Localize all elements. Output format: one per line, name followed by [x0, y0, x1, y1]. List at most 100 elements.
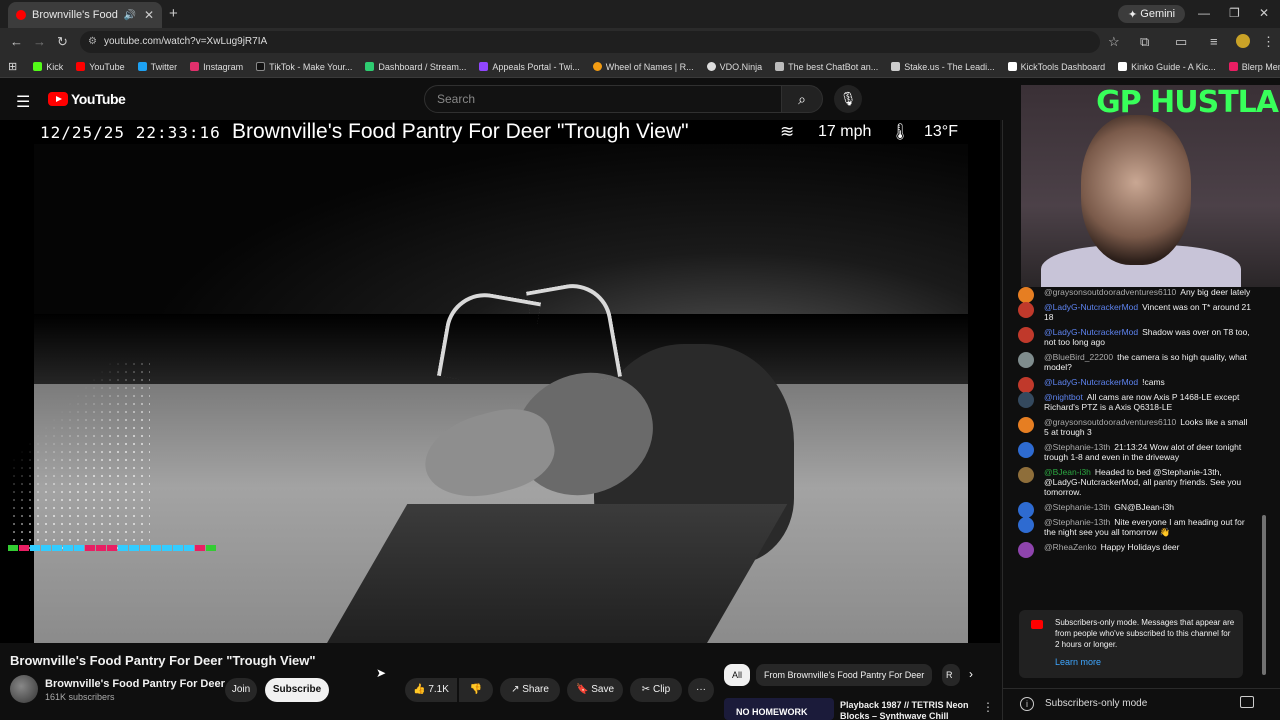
bookmark-item[interactable]: Dashboard / Stream... — [365, 62, 466, 72]
chat-avatar[interactable] — [1018, 327, 1034, 343]
chat-author[interactable]: @nightbot — [1044, 392, 1083, 402]
restore-icon[interactable]: ❐ — [1229, 6, 1240, 20]
chat-avatar[interactable] — [1018, 352, 1034, 368]
channel-name[interactable]: Brownville's Food Pantry For Deer — [45, 678, 225, 690]
bookmark-item[interactable]: Kick — [33, 62, 63, 72]
twitter-icon — [137, 62, 147, 71]
chat-avatar[interactable] — [1018, 467, 1034, 483]
chat-avatar[interactable] — [1018, 287, 1034, 303]
chat-author[interactable]: @graysonsoutdooradventures6110 — [1044, 287, 1176, 297]
dislike-button[interactable]: 👎 — [459, 678, 493, 702]
chat-avatar[interactable] — [1018, 392, 1034, 408]
chip-all[interactable]: All — [724, 664, 751, 686]
recommendation-title[interactable]: Playback 1987 // TETRIS Neon Blocks – Sy… — [840, 700, 970, 720]
forward-arrow-icon[interactable]: → — [33, 34, 46, 49]
reload-icon[interactable]: ↻ — [57, 34, 68, 50]
new-tab-button[interactable]: + — [169, 5, 178, 22]
chat-message: @Stephanie-13th Nite everyone I am headin… — [1016, 517, 1252, 537]
bookmark-item[interactable]: Kinko Guide - A Kic... — [1118, 62, 1216, 72]
more-vert-icon[interactable]: ⋮ — [982, 700, 994, 714]
gemini-button[interactable]: ✦ Gemini — [1118, 5, 1186, 23]
chat-avatar[interactable] — [1018, 302, 1034, 318]
learn-more-link[interactable]: Learn more — [1055, 657, 1101, 667]
chat-author[interactable]: @Stephanie-13th — [1044, 517, 1110, 527]
chat-author[interactable]: @LadyG-NutcrackerMod — [1044, 302, 1138, 312]
channel-avatar[interactable] — [10, 675, 38, 703]
video-player[interactable]: 12/25/25 22:33:16 Brownville's Food Pant… — [0, 120, 1000, 643]
bookmark-item[interactable]: YouTube — [76, 62, 125, 72]
share-button[interactable]: ↗ Share — [500, 678, 560, 702]
extensions-icon[interactable]: ⧉ — [1140, 34, 1149, 50]
bookmark-item[interactable]: The best ChatBot an... — [775, 62, 878, 72]
youtube-logo[interactable]: YouTube — [48, 91, 126, 107]
more-actions-button[interactable]: ··· — [688, 678, 714, 702]
minimize-icon[interactable]: — — [1198, 6, 1210, 20]
bookmark-item[interactable]: Twitter — [137, 62, 177, 72]
search-input[interactable]: Search — [424, 85, 782, 113]
chevron-right-icon[interactable]: › — [969, 667, 973, 681]
chat-avatar[interactable] — [1018, 417, 1034, 433]
bookmark-star-icon[interactable]: ☆ — [1108, 34, 1120, 50]
chat-avatar[interactable] — [1018, 442, 1034, 458]
browser-tab[interactable]: Brownville's Food Pantry Fo 🔊 ✕ — [8, 2, 162, 28]
chat-avatar[interactable] — [1018, 517, 1034, 533]
chat-author[interactable]: @BJean-i3h — [1044, 467, 1091, 477]
cast-icon[interactable]: ▭ — [1175, 34, 1187, 50]
save-button[interactable]: 🔖 Save — [567, 678, 623, 702]
menu-hamburger-icon[interactable]: ☰ — [16, 92, 30, 112]
voice-search-button[interactable]: 🎙 — [834, 85, 862, 113]
close-icon[interactable]: ✕ — [144, 8, 154, 22]
apps-grid-icon[interactable]: ⊞ — [8, 60, 17, 73]
chip-more[interactable]: R — [942, 664, 960, 686]
subscriber-count: 161K subscribers — [45, 692, 115, 702]
browser-menu-icon[interactable]: ⋮ — [1262, 34, 1275, 50]
chat-avatar[interactable] — [1018, 502, 1034, 518]
chat-scrollbar[interactable] — [1262, 515, 1266, 675]
search-button[interactable]: ⌕ — [781, 85, 823, 113]
chat-author[interactable]: @Stephanie-13th — [1044, 502, 1110, 512]
scissors-icon: ✂ — [641, 684, 651, 695]
recommendation-thumbnail[interactable]: NO HOMEWORK — [724, 698, 834, 720]
chat-author[interactable]: @Stephanie-13th — [1044, 442, 1110, 452]
bookmark-item[interactable]: KickTools Dashboard — [1007, 62, 1105, 72]
chat-avatar[interactable] — [1018, 542, 1034, 558]
chat-message: @Stephanie-13th GN@BJean-i3h — [1016, 502, 1252, 518]
chat-avatar[interactable] — [1018, 377, 1034, 393]
url-field[interactable]: ⚙ youtube.com/watch?v=XwLug9jR7IA — [80, 31, 1100, 53]
back-arrow-icon[interactable]: ← — [10, 34, 23, 49]
join-button[interactable]: Join — [225, 678, 257, 702]
chat-author[interactable]: @RheaZenko — [1044, 542, 1097, 552]
window-close-icon[interactable]: ✕ — [1259, 6, 1269, 20]
bookmark-item[interactable]: Instagram — [190, 62, 243, 72]
bookmark-item[interactable]: TikTok - Make Your... — [256, 62, 352, 72]
speaker-icon[interactable]: 🔊 — [123, 10, 135, 21]
browser-tab-bar: Brownville's Food Pantry Fo 🔊 ✕ + ✦ Gemi… — [0, 0, 1280, 28]
chat-author[interactable]: @graysonsoutdooradventures6110 — [1044, 417, 1176, 427]
chat-messages: @graysonsoutdooradventures6110 Any big de… — [1016, 287, 1252, 558]
chat-author[interactable]: @BlueBird_22200 — [1044, 352, 1113, 362]
bookmark-item[interactable]: VDO.Ninja — [706, 62, 762, 72]
wheel-icon — [592, 62, 602, 71]
chip-from-channel[interactable]: From Brownville's Food Pantry For Deer — [756, 664, 933, 686]
bookmark-label: Stake.us - The Leadi... — [904, 61, 995, 72]
subscribe-button[interactable]: Subscribe — [265, 678, 329, 702]
chat-author[interactable]: @LadyG-NutcrackerMod — [1044, 377, 1138, 387]
info-icon[interactable]: i — [1020, 697, 1034, 711]
bookmark-label: Blerp Memes | Best... — [1241, 61, 1280, 72]
kick-icon — [33, 62, 43, 71]
clip-button[interactable]: ✂ Clip — [630, 678, 682, 702]
bookmark-item[interactable]: Appeals Portal - Twi... — [479, 62, 580, 72]
media-icon[interactable]: ≡ — [1210, 34, 1218, 49]
bookmark-item[interactable]: Stake.us - The Leadi... — [891, 61, 995, 72]
profile-avatar[interactable] — [1236, 34, 1250, 48]
chat-mode-label: Subscribers-only mode — [1045, 698, 1148, 709]
chat-author[interactable]: @LadyG-NutcrackerMod — [1044, 327, 1138, 337]
site-info-icon[interactable]: ⚙ — [88, 31, 97, 53]
bookmark-item[interactable]: Blerp Memes | Best... — [1228, 61, 1280, 72]
bookmark-item[interactable]: Wheel of Names | R... — [592, 62, 694, 72]
address-bar-row: ← → ↻ ⚙ youtube.com/watch?v=XwLug9jR7IA … — [0, 28, 1280, 56]
webcam-brand-text: GP HUSTLA — [1096, 85, 1279, 120]
emoji-picker-icon[interactable] — [1240, 696, 1254, 708]
url-text: youtube.com/watch?v=XwLug9jR7IA — [104, 36, 268, 47]
like-button[interactable]: 👍 7.1K — [405, 678, 457, 702]
